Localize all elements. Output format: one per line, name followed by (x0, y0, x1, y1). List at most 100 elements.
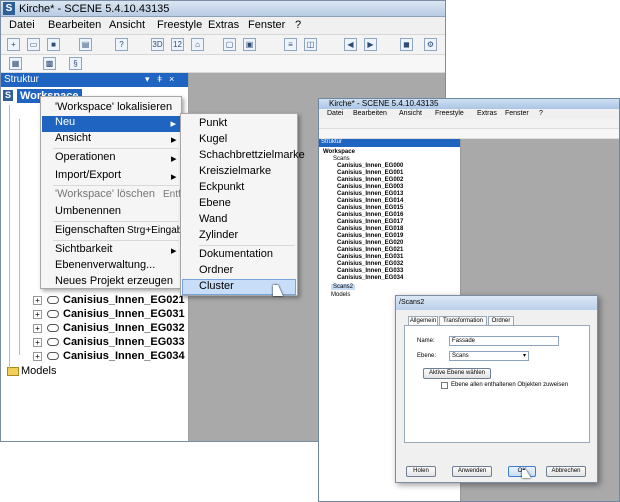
menu-item-operationen[interactable]: Operationen (55, 151, 116, 167)
expand-icon[interactable]: + (33, 338, 42, 347)
panel-menu-icon[interactable]: ▾ (145, 74, 150, 85)
tree-item[interactable]: + Canisius_Innen_EG031 (33, 308, 185, 322)
menu-item-properties[interactable]: Eigenschaften (55, 224, 125, 240)
submenu-item-zylinder[interactable]: Zylinder (199, 229, 238, 245)
w2-tree-item[interactable]: Canisius_Innen_EG033 (337, 268, 403, 274)
menu-ansicht[interactable]: Ansicht (109, 19, 145, 31)
paste-icon[interactable]: ▣ (243, 38, 256, 51)
name-field[interactable]: Fassade (449, 336, 559, 346)
arrow-left-icon[interactable]: ◀ (344, 38, 357, 51)
load-button[interactable]: Holen (406, 466, 436, 477)
menu-item-visibility[interactable]: Sichtbarkeit (55, 243, 112, 259)
tree-item[interactable]: + Canisius_Innen_EG021 (33, 294, 185, 308)
w2-tree-item[interactable]: Canisius_Innen_EG001 (337, 170, 403, 176)
models-node[interactable]: Models (7, 365, 56, 379)
w2-tree-item[interactable]: Canisius_Innen_EG031 (337, 254, 403, 260)
grid-icon[interactable]: ▩ (43, 57, 56, 70)
w2-menu-datei[interactable]: Datei (327, 110, 343, 117)
w2-tree-item[interactable]: Canisius_Innen_EG016 (337, 212, 403, 218)
menu-extras[interactable]: Extras (208, 19, 239, 31)
2d-icon[interactable]: 12 (171, 38, 184, 51)
w2-tree-item[interactable]: Canisius_Innen_EG034 (337, 275, 403, 281)
3d-icon[interactable]: 3D (151, 38, 164, 51)
view-icon[interactable]: ◫ (304, 38, 317, 51)
tree-item[interactable]: + Canisius_Innen_EG033 (33, 336, 185, 350)
submenu-item-cluster[interactable]: Cluster (199, 280, 234, 296)
menu-item-localize[interactable]: 'Workspace' lokalisieren (55, 101, 172, 117)
w2-tree-item[interactable]: Canisius_Innen_EG019 (337, 233, 403, 239)
menu-bearbeiten[interactable]: Bearbeiten (48, 19, 101, 31)
w2-workspace[interactable]: Workspace (323, 149, 355, 155)
submenu-item-schachbrett[interactable]: Schachbrettzielmarke (199, 149, 305, 165)
dialog-pane: Name: Fassade Ebene: Scans ▾ Aktive Ebene… (404, 325, 590, 443)
print-icon[interactable]: ▤ (79, 38, 92, 51)
submenu-item-dokumentation[interactable]: Dokumentation (199, 248, 273, 264)
submenu-item-ebene[interactable]: Ebene (199, 197, 231, 213)
w2-tree-item[interactable]: Canisius_Innen_EG015 (337, 205, 403, 211)
menu-item-ansicht[interactable]: Ansicht (55, 132, 91, 148)
help-icon[interactable]: ? (115, 38, 128, 51)
layer-icon[interactable]: ▦ (9, 57, 22, 70)
pin-icon[interactable]: ǂ (157, 74, 162, 84)
w2-scans[interactable]: Scans (333, 156, 350, 162)
w2-models[interactable]: Models (331, 292, 350, 298)
menu-item-import-export[interactable]: Import/Export (55, 169, 121, 185)
w2-menu-extras[interactable]: Extras (477, 110, 497, 117)
w2-tree-item[interactable]: Canisius_Innen_EG020 (337, 240, 403, 246)
submenu-item-eckpunkt[interactable]: Eckpunkt (199, 181, 244, 197)
tool-icon[interactable]: ◼ (400, 38, 413, 51)
menu-help[interactable]: ? (295, 19, 301, 31)
submenu-item-punkt[interactable]: Punkt (199, 117, 227, 133)
w2-menu-fenster[interactable]: Fenster (505, 110, 529, 117)
choose-layer-button[interactable]: Aktive Ebene wählen (423, 368, 491, 379)
save-icon[interactable]: ■ (47, 38, 60, 51)
layer-select[interactable]: Scans ▾ (449, 351, 529, 361)
w2-tree-item[interactable]: Canisius_Innen_EG032 (337, 261, 403, 267)
apply-button[interactable]: Anwenden (452, 466, 492, 477)
home-icon[interactable]: ⌂ (191, 38, 204, 51)
w2-tree-item[interactable]: Canisius_Innen_EG002 (337, 177, 403, 183)
expand-icon[interactable]: + (33, 296, 42, 305)
tree-item[interactable]: + Canisius_Innen_EG032 (33, 322, 185, 336)
new-icon[interactable]: + (7, 38, 20, 51)
submenu-arrow-icon: ▸ (170, 118, 176, 130)
w2-menu-freestyle[interactable]: Freestyle (435, 110, 464, 117)
w2-tree-item[interactable]: Canisius_Innen_EG003 (337, 184, 403, 190)
w2-tree-item[interactable]: Canisius_Innen_EG013 (337, 191, 403, 197)
scan-icon[interactable]: § (69, 57, 82, 70)
list-icon[interactable]: ≡ (284, 38, 297, 51)
w2-menu-help[interactable]: ? (539, 110, 543, 117)
cancel-button[interactable]: Abbrechen (546, 466, 586, 477)
w2-tree-item[interactable]: Canisius_Innen_EG014 (337, 198, 403, 204)
menu-item-delete[interactable]: 'Workspace' löschen (55, 188, 155, 204)
layer-label: Ebene: (417, 353, 437, 359)
menu-fenster[interactable]: Fenster (248, 19, 285, 31)
menu-item-rename[interactable]: Umbenennen (55, 205, 121, 221)
menu-datei[interactable]: Datei (9, 19, 35, 31)
close-icon[interactable]: × (169, 74, 174, 84)
copy-icon[interactable]: ▢ (223, 38, 236, 51)
submenu-item-ordner[interactable]: Ordner (199, 264, 233, 280)
w2-tree-item[interactable]: Canisius_Innen_EG000 (337, 163, 403, 169)
menu-item-neu[interactable]: Neu ▸ (42, 116, 180, 132)
open-icon[interactable]: ▭ (27, 38, 40, 51)
tree-item[interactable]: + Canisius_Innen_EG034 (33, 350, 185, 364)
settings-icon[interactable]: ⚙ (424, 38, 437, 51)
menu-freestyle[interactable]: Freestyle (157, 19, 202, 31)
w2-tree-item[interactable]: Canisius_Innen_EG018 (337, 226, 403, 232)
menu-item-new-project[interactable]: Neues Projekt erzeugen (55, 275, 173, 291)
w2-menu-bearbeiten[interactable]: Bearbeiten (353, 110, 387, 117)
w2-tree-item[interactable]: Canisius_Innen_EG017 (337, 219, 403, 225)
submenu-item-kugel[interactable]: Kugel (199, 133, 227, 149)
submenu-item-wand[interactable]: Wand (199, 213, 227, 229)
w2-tree-item[interactable]: Canisius_Innen_EG021 (337, 247, 403, 253)
assign-layer-checkbox[interactable] (441, 382, 448, 389)
menu-item-layers[interactable]: Ebenenverwaltung... (55, 259, 155, 275)
submenu-item-kreis[interactable]: Kreiszielmarke (199, 165, 271, 181)
expand-icon[interactable]: + (33, 310, 42, 319)
expand-icon[interactable]: + (33, 324, 42, 333)
w2-scans2[interactable]: Scans2 (331, 284, 356, 290)
expand-icon[interactable]: + (33, 352, 42, 361)
w2-menu-ansicht[interactable]: Ansicht (399, 110, 422, 117)
arrow-right-icon[interactable]: ▶ (364, 38, 377, 51)
